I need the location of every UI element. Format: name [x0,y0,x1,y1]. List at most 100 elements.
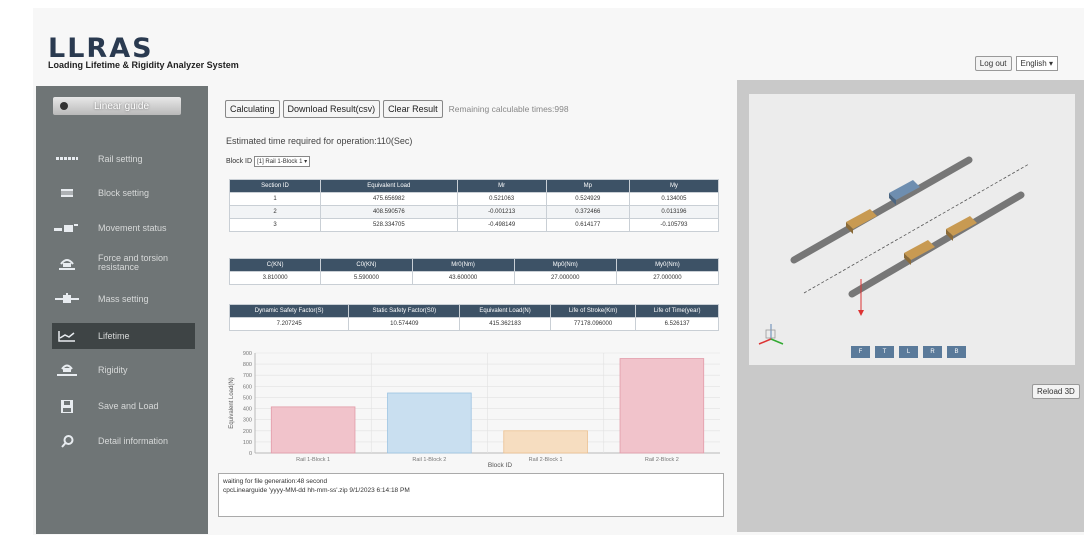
view-left-button[interactable]: L [899,346,918,358]
movement-icon [52,223,82,233]
language-select[interactable]: English ▾ [1015,56,1058,71]
table-cell: 3 [228,218,322,232]
chart-x-label: Block ID [488,462,513,469]
block-id-row: Block ID [1] Rail 1-Block 1 ▾ [226,156,311,167]
table-cell: -0.105793 [628,218,720,232]
table-cell: -0.498149 [456,218,547,232]
header-controls: Log out English ▾ [974,56,1058,71]
rigidity-icon [52,362,82,378]
column-header: My0(Nm) [615,258,720,272]
y-tick-label: 900 [243,351,252,357]
block-id-select[interactable]: [1] Rail 1-Block 1 ▾ [254,156,311,167]
block-rail2-1 [904,240,935,265]
view-right-button[interactable]: R [923,346,942,358]
y-tick-label: 800 [243,362,252,368]
block-rail1-1 [846,209,877,234]
linear-guide-icon [60,102,68,110]
sidebar-item-label: Movement status [98,222,167,233]
column-header: Mp [545,179,630,193]
table-row: 1 475.656982 0.521063 0.524929 0.134005 [228,192,720,206]
result-table: Dynamic Safety Factor(S) Static Safety F… [228,304,719,331]
sidebar: Linear guide Rail setting Block setting … [36,86,208,534]
y-tick-label: 500 [243,395,252,401]
table-cell: 0.013196 [628,205,720,219]
sidebar-item-label: Save and Load [98,400,159,411]
table-cell: 1 [228,192,322,206]
axes-gizmo-icon [758,324,784,345]
sidebar-item-label: Block setting [98,187,150,198]
view-front-button[interactable]: F [851,346,870,358]
download-result-button[interactable]: Download Result(csv) [282,100,381,118]
sidebar-item-detail-information[interactable]: Detail information [52,428,192,454]
mass-icon [52,293,82,305]
equivalent-load-chart: Equivalent Load(N) Block ID 0 100 200 300 40… [229,351,720,469]
column-header: Section ID [228,179,322,193]
column-header: Equivalent Load [320,179,458,193]
table-row: 2 408.590576 -0.001213 0.372466 0.013196 [228,205,720,219]
block-id-value: [1] Rail 1-Block 1 [257,159,303,165]
table-row: 7.207245 10.574409 415.362183 77178.0960… [228,317,719,331]
calculating-button[interactable]: Calculating [225,100,280,118]
sidebar-item-movement-status[interactable]: Movement status [52,215,192,241]
column-header: C(KN) [228,258,322,272]
block-icon [52,188,82,198]
status-log[interactable]: waiting for file generation:48 second cp… [218,473,724,517]
sidebar-item-block-setting[interactable]: Block setting [52,180,192,206]
chart-bar [619,358,705,454]
table-cell: 528.334705 [320,218,458,232]
table-row: 3 528.334705 -0.498149 0.614177 -0.10579… [228,218,720,232]
y-tick-label: 100 [243,440,252,446]
search-icon [52,434,82,448]
save-icon [52,399,82,413]
force-arrow-head [858,310,864,316]
sidebar-item-lifetime[interactable]: Lifetime [52,323,195,349]
language-value: English [1020,59,1047,68]
table-cell: 43.600000 [411,271,515,285]
reference-dashed-line [803,163,1030,294]
x-tick-label: Rail 1-Block 1 [296,457,330,463]
table-cell: 408.590576 [320,205,458,219]
sidebar-item-rail-setting[interactable]: Rail setting [52,146,192,172]
3d-viewer[interactable] [749,94,1075,365]
table-cell: 0.524929 [545,192,630,206]
table-cell: 0.521063 [456,192,547,206]
logout-button[interactable]: Log out [974,56,1012,71]
clear-result-button[interactable]: Clear Result [383,100,443,118]
column-header: Life of Time(year) [635,304,719,318]
rail-icon [52,156,82,162]
y-tick-label: 700 [243,373,252,379]
column-header: Static Safety Factor(S0) [348,304,461,318]
app-subtitle: Loading Lifetime & Rigidity Analyzer Sys… [48,60,239,70]
table-cell: 27.000000 [513,271,617,285]
sidebar-header-label: Linear guide [94,100,150,112]
reload-3d-button[interactable]: Reload 3D [1032,384,1080,399]
column-header: Life of Stroke(Km) [549,304,637,318]
chart-y-label: Equivalent Load(N) [229,377,235,428]
sidebar-item-label: Mass setting [98,293,149,304]
view-top-button[interactable]: T [875,346,894,358]
y-tick-label: 0 [249,451,252,457]
sidebar-item-label: Detail information [98,435,169,446]
block-id-label: Block ID [226,158,253,165]
main-panel: Calculating Download Result(csv) Clear R… [225,100,730,469]
y-tick-label: 400 [243,407,252,413]
column-header: Equivalent Load(N) [459,304,551,318]
view-buttons: F T L R B [851,346,966,358]
x-tick-label: Rail 2-Block 1 [529,457,563,463]
table-cell: 475.656982 [320,192,458,206]
load-table: Section ID Equivalent Load Mr Mp My 1 47… [228,179,720,232]
estimated-time: Estimated time required for operation:11… [226,136,413,146]
sidebar-item-force-torsion[interactable]: Force and torsion resistance [52,250,192,276]
rating-table: C(KN) C0(KN) Mr0(Nm) Mp0(Nm) My0(Nm) 3.8… [228,258,720,285]
chevron-down-icon: ▾ [304,159,308,165]
sidebar-header-linear-guide[interactable]: Linear guide [53,97,181,115]
table-cell: 6.526137 [635,317,719,331]
log-line: waiting for file generation:48 second [223,478,328,485]
sidebar-item-label: Rigidity [98,364,128,375]
sidebar-item-rigidity[interactable]: Rigidity [52,357,192,383]
sidebar-item-mass-setting[interactable]: Mass setting [52,286,192,312]
sidebar-item-save-load[interactable]: Save and Load [52,393,192,419]
table-cell: 10.574409 [348,317,461,331]
view-back-button[interactable]: B [947,346,966,358]
force-icon [52,256,82,270]
